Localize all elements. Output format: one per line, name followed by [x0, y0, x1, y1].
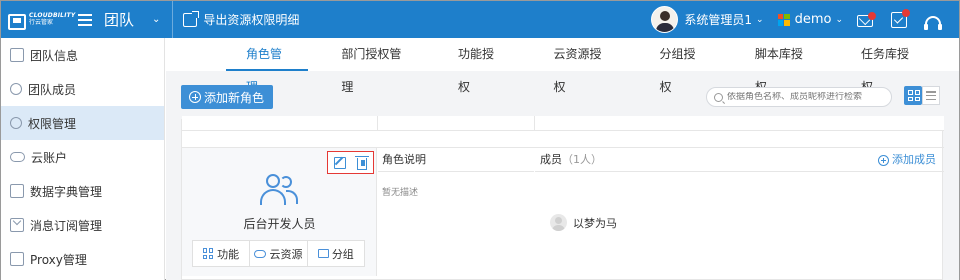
members-header-label: 成员 — [540, 153, 562, 166]
button-label: 云资源 — [269, 247, 303, 261]
windows-logo-icon — [777, 13, 790, 26]
export-icon — [183, 10, 200, 27]
users-group-icon — [260, 174, 300, 208]
tab-group-auth[interactable]: 分组授权 — [652, 38, 710, 94]
export-permissions-button[interactable]: 导出资源权限明细 — [183, 10, 300, 28]
task-icon[interactable] — [891, 8, 910, 28]
main-panel: 角色管理 部门授权管理 功能授权 云资源授权 分组授权 脚本库授权 任务库授权 … — [166, 38, 959, 280]
notification-dot — [868, 12, 876, 20]
cloud-icon — [10, 152, 25, 162]
group-button[interactable]: 分组 — [308, 241, 364, 266]
sidebar-item-cloud-account[interactable]: 云账户 — [1, 140, 164, 174]
role-description-header: 角色说明 — [378, 148, 534, 172]
search-box[interactable] — [706, 87, 892, 107]
sidebar-item-label: 团队成员 — [28, 82, 77, 97]
team-title[interactable]: 团队 — [104, 9, 134, 30]
org-name: demo — [794, 12, 832, 27]
proxy-icon — [10, 252, 24, 266]
grid-icon — [203, 248, 214, 259]
role-description-column: 角色说明 暂无描述 — [378, 148, 534, 276]
role-card-summary: 后台开发人员 功能 云资源 分组 — [182, 148, 377, 276]
role-card-actions — [327, 151, 374, 174]
button-label: 功能 — [217, 247, 240, 261]
top-bar: CLOUDBILITY 行云管家 团队 ⌄ 导出资源权限明细 系统管理员1 ⌄ … — [1, 1, 959, 38]
chevron-down-icon: ⌄ — [835, 14, 843, 25]
button-label: 分组 — [331, 247, 354, 261]
role-card-buttons: 功能 云资源 分组 — [192, 240, 365, 267]
members-column: 成员（1人） 添加成员 以梦为马 — [535, 148, 944, 276]
tab-task-library-auth[interactable]: 任务库授权 — [853, 38, 922, 94]
avatar — [651, 6, 679, 33]
cloud-icon — [254, 249, 267, 258]
add-role-label: 添加新角色 — [204, 90, 265, 105]
org-switcher[interactable]: demo ⌄ — [777, 12, 843, 27]
tab-cloud-resource-auth[interactable]: 云资源授权 — [545, 38, 614, 94]
users-icon — [10, 83, 22, 95]
sidebar-item-label: 团队信息 — [30, 48, 79, 63]
sidebar-item-label: 数据字典管理 — [30, 184, 103, 199]
role-card: 后台开发人员 功能 云资源 分组 角色说明 暂无描述 成员（1人） 添加成员 以… — [182, 147, 944, 276]
sidebar-item-team-info[interactable]: 团队信息 — [1, 38, 164, 72]
add-member-label: 添加成员 — [892, 153, 936, 166]
member-name: 以梦为马 — [573, 216, 617, 230]
notification-dot — [902, 8, 910, 17]
function-auth-button[interactable]: 功能 — [193, 241, 251, 266]
tab-department-auth[interactable]: 部门授权管理 — [333, 38, 413, 94]
list-view-icon[interactable] — [922, 86, 940, 105]
folder-icon — [317, 249, 329, 258]
logo-icon — [8, 12, 26, 30]
sidebar-item-label: 云账户 — [31, 150, 68, 165]
tab-function-auth[interactable]: 功能授权 — [450, 38, 508, 94]
mail-icon — [10, 218, 24, 232]
plus-circle-icon — [878, 154, 889, 166]
mail-icon[interactable] — [857, 12, 876, 27]
tab-script-library-auth[interactable]: 脚本库授权 — [747, 38, 816, 94]
edit-icon[interactable] — [333, 156, 346, 169]
user-menu[interactable]: 系统管理员1 ⌄ — [651, 6, 764, 33]
sidebar: 团队信息 团队成员 权限管理 云账户 数据字典管理 消息订阅管理 Proxy管理 — [1, 38, 165, 280]
document-icon — [10, 48, 24, 62]
sidebar-item-proxy[interactable]: Proxy管理 — [1, 242, 164, 276]
sidebar-item-team-members[interactable]: 团队成员 — [1, 72, 164, 106]
sidebar-item-data-dictionary[interactable]: 数据字典管理 — [1, 174, 164, 208]
tab-role-management[interactable]: 角色管理 — [225, 38, 309, 94]
role-description: 暂无描述 — [382, 188, 419, 198]
trash-icon[interactable] — [355, 155, 370, 170]
user-gear-icon — [10, 117, 22, 129]
role-card-previous — [182, 116, 944, 131]
cloud-resource-button[interactable]: 云资源 — [250, 241, 308, 266]
role-name: 后台开发人员 — [243, 217, 316, 231]
user-name: 系统管理员1 — [684, 13, 753, 27]
sidebar-item-label: 权限管理 — [28, 116, 77, 131]
add-role-button[interactable]: 添加新角色 — [181, 85, 274, 109]
chevron-down-icon[interactable]: ⌄ — [152, 14, 160, 25]
member-item[interactable]: 以梦为马 — [550, 214, 617, 231]
export-label: 导出资源权限明细 — [203, 13, 300, 27]
logo-text-cn: 行云管家 — [29, 19, 54, 26]
search-icon — [714, 92, 723, 102]
tab-bar: 角色管理 部门授权管理 功能授权 云资源授权 分组授权 脚本库授权 任务库授权 — [166, 38, 959, 94]
toolbar: 添加新角色 — [166, 71, 959, 117]
headset-icon[interactable] — [924, 15, 942, 30]
chevron-down-icon: ⌄ — [756, 14, 764, 25]
hamburger-icon[interactable] — [78, 13, 92, 26]
logo[interactable]: CLOUDBILITY 行云管家 — [1, 12, 78, 30]
grid-view-icon[interactable] — [904, 86, 922, 105]
divider — [172, 1, 174, 38]
plus-circle-icon — [189, 91, 201, 103]
sidebar-item-label: Proxy管理 — [30, 252, 87, 267]
avatar — [550, 214, 567, 231]
sidebar-item-permissions[interactable]: 权限管理 — [1, 106, 164, 140]
sidebar-item-label: 消息订阅管理 — [30, 218, 103, 233]
add-member-button[interactable]: 添加成员 — [878, 148, 936, 172]
sidebar-item-message-subscription[interactable]: 消息订阅管理 — [1, 208, 164, 242]
book-icon — [10, 184, 24, 198]
role-list: 后台开发人员 功能 云资源 分组 角色说明 暂无描述 成员（1人） 添加成员 以… — [181, 116, 944, 280]
members-count: （1人） — [562, 153, 602, 166]
search-input[interactable] — [727, 92, 887, 102]
